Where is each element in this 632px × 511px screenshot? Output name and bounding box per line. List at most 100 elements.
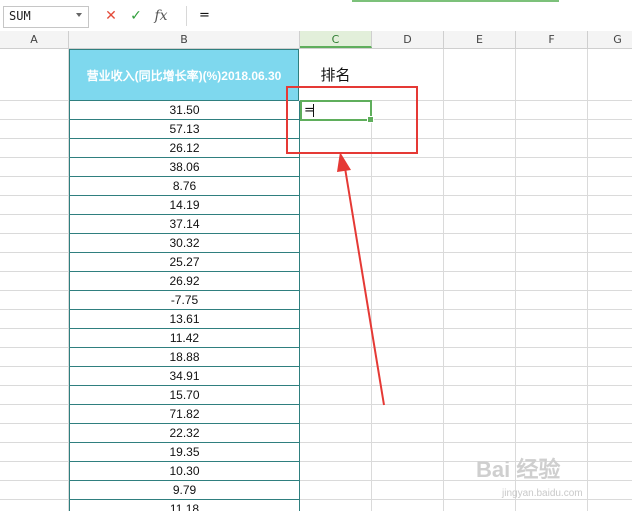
cancel-icon[interactable]: ✕ xyxy=(102,6,120,26)
grid-cell[interactable] xyxy=(444,177,516,196)
grid-cell[interactable] xyxy=(588,291,632,310)
grid-cell[interactable] xyxy=(444,196,516,215)
value-cell[interactable]: 37.14 xyxy=(69,215,300,234)
grid-cell[interactable] xyxy=(444,139,516,158)
grid-cell[interactable] xyxy=(0,120,69,139)
confirm-icon[interactable]: ✓ xyxy=(127,6,145,26)
grid-cell[interactable] xyxy=(300,158,372,177)
grid-cell[interactable] xyxy=(0,253,69,272)
grid-cell[interactable] xyxy=(516,120,588,139)
grid-cell[interactable] xyxy=(372,310,444,329)
value-cell[interactable]: 19.35 xyxy=(69,443,300,462)
grid-cell[interactable] xyxy=(372,424,444,443)
column-header-f[interactable]: F xyxy=(516,31,588,48)
grid-cell[interactable] xyxy=(300,329,372,348)
grid-cell[interactable] xyxy=(516,253,588,272)
grid-cell[interactable] xyxy=(516,177,588,196)
grid-cell[interactable] xyxy=(588,310,632,329)
grid-cell[interactable] xyxy=(588,367,632,386)
grid-cell[interactable] xyxy=(516,367,588,386)
grid-cell[interactable] xyxy=(0,158,69,177)
grid-cell[interactable] xyxy=(0,443,69,462)
grid-cell[interactable] xyxy=(516,348,588,367)
grid-cell[interactable] xyxy=(588,348,632,367)
grid-cell[interactable] xyxy=(516,49,588,101)
grid-cell[interactable] xyxy=(300,310,372,329)
grid-cell[interactable] xyxy=(300,272,372,291)
grid-cell[interactable] xyxy=(588,386,632,405)
grid-cell[interactable] xyxy=(300,481,372,500)
grid-cell[interactable] xyxy=(588,405,632,424)
name-box[interactable]: SUM xyxy=(3,6,89,28)
grid-cell[interactable] xyxy=(0,386,69,405)
grid-cell[interactable] xyxy=(444,49,516,101)
grid-cell[interactable] xyxy=(0,462,69,481)
grid-cell[interactable] xyxy=(372,234,444,253)
grid-cell[interactable] xyxy=(372,158,444,177)
grid-cell[interactable] xyxy=(516,196,588,215)
value-cell[interactable]: 25.27 xyxy=(69,253,300,272)
grid-cell[interactable] xyxy=(588,272,632,291)
grid-cell[interactable] xyxy=(372,329,444,348)
grid-cell[interactable] xyxy=(300,443,372,462)
grid-cell[interactable] xyxy=(300,405,372,424)
grid-cell[interactable] xyxy=(0,367,69,386)
value-cell[interactable]: 71.82 xyxy=(69,405,300,424)
grid-cell[interactable] xyxy=(444,424,516,443)
grid-cell[interactable] xyxy=(516,405,588,424)
grid-cell[interactable] xyxy=(516,386,588,405)
grid-cell[interactable] xyxy=(0,310,69,329)
grid-cell[interactable] xyxy=(300,424,372,443)
grid-cell[interactable] xyxy=(0,49,69,101)
grid-cell[interactable] xyxy=(300,348,372,367)
grid-cell[interactable] xyxy=(516,329,588,348)
grid-cell[interactable] xyxy=(444,234,516,253)
grid-cell[interactable] xyxy=(516,310,588,329)
grid-cell[interactable] xyxy=(444,291,516,310)
grid-cell[interactable] xyxy=(444,367,516,386)
value-cell[interactable]: 13.61 xyxy=(69,310,300,329)
grid-cell[interactable] xyxy=(372,253,444,272)
value-cell[interactable]: 11.42 xyxy=(69,329,300,348)
value-cell[interactable]: 57.13 xyxy=(69,120,300,139)
grid-cell[interactable] xyxy=(0,196,69,215)
value-cell[interactable]: 22.32 xyxy=(69,424,300,443)
chevron-down-icon[interactable] xyxy=(76,13,82,17)
grid-cell[interactable] xyxy=(588,120,632,139)
formula-input[interactable]: = xyxy=(186,6,632,26)
grid-cell[interactable] xyxy=(444,310,516,329)
column-header-d[interactable]: D xyxy=(372,31,444,48)
column-header-b[interactable]: B xyxy=(69,31,300,48)
grid-cell[interactable] xyxy=(300,234,372,253)
grid-cell[interactable] xyxy=(300,500,372,511)
grid-cell[interactable] xyxy=(444,120,516,139)
value-cell[interactable]: -7.75 xyxy=(69,291,300,310)
grid-cell[interactable] xyxy=(588,234,632,253)
grid-cell[interactable] xyxy=(300,386,372,405)
grid-cell[interactable] xyxy=(444,405,516,424)
grid-cell[interactable] xyxy=(516,424,588,443)
grid-cell[interactable] xyxy=(372,500,444,511)
value-cell[interactable]: 15.70 xyxy=(69,386,300,405)
grid-cell[interactable] xyxy=(300,462,372,481)
grid-cell[interactable] xyxy=(372,405,444,424)
grid-cell[interactable] xyxy=(588,101,632,120)
grid-cell[interactable] xyxy=(300,177,372,196)
grid-cell[interactable] xyxy=(372,462,444,481)
value-cell[interactable]: 26.12 xyxy=(69,139,300,158)
value-cell[interactable]: 31.50 xyxy=(69,101,300,120)
grid-cell[interactable] xyxy=(300,196,372,215)
grid-cell[interactable] xyxy=(516,272,588,291)
grid-cell[interactable] xyxy=(0,291,69,310)
grid-cell[interactable] xyxy=(372,367,444,386)
insert-function-icon[interactable]: fx xyxy=(150,6,172,26)
grid-cell[interactable] xyxy=(444,158,516,177)
grid-cell[interactable] xyxy=(300,215,372,234)
header-cell-b[interactable]: 营业收入(同比增长率)(%)2018.06.30 xyxy=(69,49,299,101)
grid-cell[interactable] xyxy=(444,329,516,348)
grid-cell[interactable] xyxy=(300,253,372,272)
grid-cell[interactable] xyxy=(372,177,444,196)
grid-cell[interactable] xyxy=(588,49,632,101)
value-cell[interactable]: 10.30 xyxy=(69,462,300,481)
grid-cell[interactable] xyxy=(0,329,69,348)
